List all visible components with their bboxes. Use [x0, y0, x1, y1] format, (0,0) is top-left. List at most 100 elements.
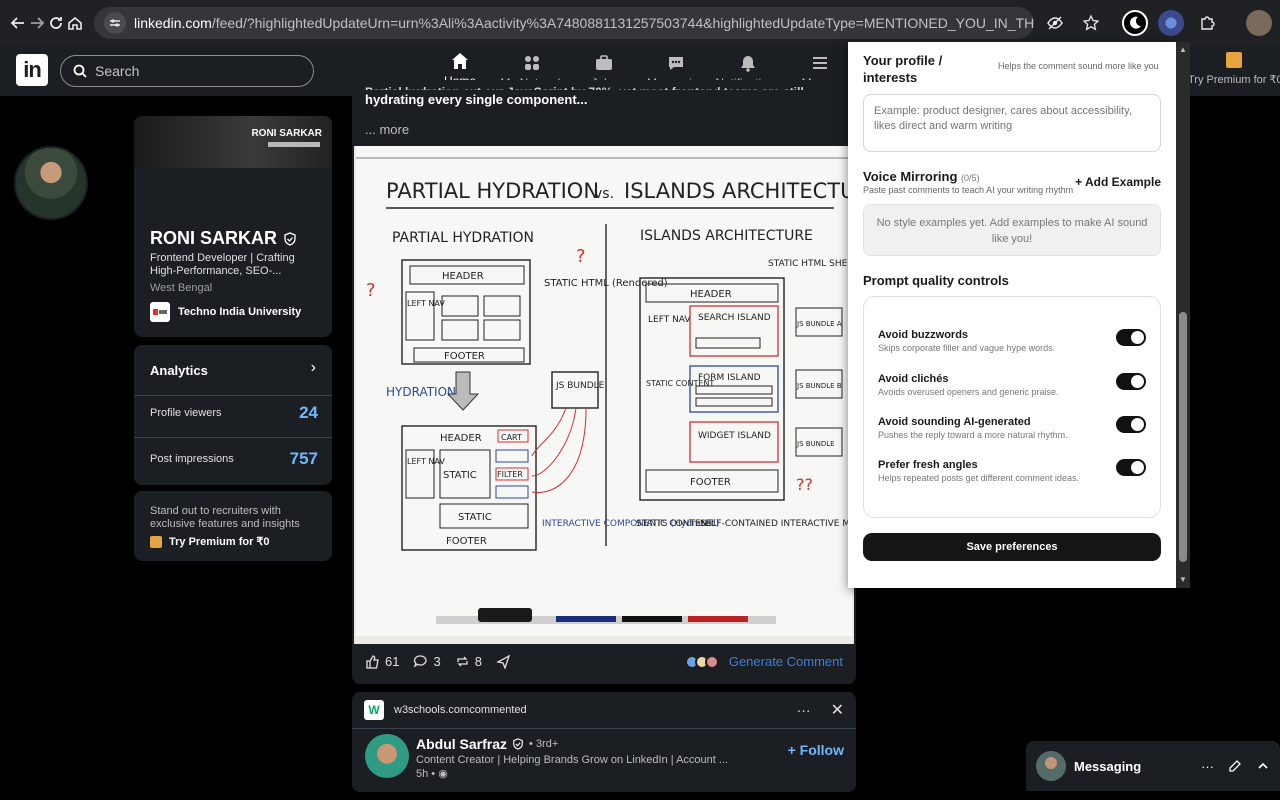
reload-button[interactable] — [46, 8, 65, 38]
post2-author[interactable]: Abdul Sarfraz • 3rd+ — [416, 736, 558, 752]
scroll-up-icon[interactable]: ▲ — [1179, 45, 1187, 54]
wb-footer-2: FOOTER — [446, 536, 487, 547]
more-options-icon[interactable]: ··· — [1201, 759, 1214, 774]
wb-header-3: HEADER — [690, 289, 732, 300]
wb-hydration: HYDRATION — [386, 385, 456, 399]
analytics-row-post-impressions[interactable]: Post impressions 757 — [150, 449, 318, 469]
wb-js-bundle-3: JS BUNDLE — [796, 440, 835, 448]
analytics-value: 24 — [299, 403, 318, 422]
profile-card[interactable]: RONI SARKAR RONI SARKAR Frontend Develop… — [134, 116, 332, 337]
network-icon — [525, 56, 539, 70]
post-text-clipped: Partial hydration cut our JavaScript by … — [365, 82, 845, 90]
panel-scrollbar[interactable]: ▲ ▼ — [1176, 42, 1190, 588]
post2-header: W w3schools.com commented ··· ✕ — [364, 700, 844, 720]
profile-name-text: RONI SARKAR — [150, 228, 278, 248]
avoid-ai-generated-toggle[interactable] — [1116, 416, 1146, 433]
prompt-quality-controls: Avoid buzzwords Skips corporate filler a… — [863, 296, 1161, 518]
svg-text:??: ?? — [796, 475, 813, 494]
like-count: 61 — [385, 654, 400, 669]
post2-author-name: Abdul Sarfraz — [416, 736, 508, 752]
back-button[interactable] — [8, 8, 27, 38]
profile-location: West Bengal — [150, 282, 213, 294]
address-bar[interactable]: linkedin.com/feed/?highlightedUpdateUrn=… — [94, 7, 1034, 39]
wb-static-html-shell: STATIC HTML SHELL — [768, 259, 852, 269]
like-button[interactable]: 61 — [365, 654, 399, 669]
avoid-cliches-toggle[interactable] — [1116, 373, 1146, 390]
messaging-avatar — [1036, 751, 1066, 781]
ai-avatars-icon — [684, 654, 719, 669]
send-button[interactable] — [496, 654, 511, 669]
profile-university[interactable]: Techno India University — [150, 302, 301, 322]
search-input[interactable]: Search — [60, 55, 314, 87]
chevron-up-icon[interactable] — [1256, 759, 1270, 773]
save-preferences-button[interactable]: Save preferences — [863, 533, 1161, 561]
prompt-quality-title: Prompt quality controls — [863, 273, 1009, 288]
premium-promo-link[interactable]: Try Premium for ₹0 — [150, 535, 270, 548]
star-icon[interactable] — [1078, 10, 1104, 36]
author-avatar[interactable] — [365, 734, 409, 778]
prefer-fresh-angles-toggle[interactable] — [1116, 459, 1146, 476]
voice-mirroring-subtitle: Paste past comments to teach AI your wri… — [863, 185, 1074, 195]
more-options-icon[interactable]: ··· — [797, 702, 811, 718]
w3schools-logo-icon[interactable]: W — [364, 700, 384, 720]
generate-comment-label: Generate Comment — [728, 654, 843, 669]
add-example-button[interactable]: + Add Example — [1075, 175, 1161, 189]
dark-mode-extension-icon[interactable] — [1122, 10, 1148, 36]
wb-js-bundle: JS BUNDLE — [555, 381, 605, 391]
wb-header-2: HEADER — [440, 433, 482, 444]
avoid-buzzwords-toggle[interactable] — [1116, 329, 1146, 346]
compose-icon[interactable] — [1228, 759, 1242, 773]
post2-source-suffix: commented — [469, 704, 527, 716]
scrollbar-thumb[interactable] — [1179, 312, 1187, 562]
comment-button[interactable]: 3 — [413, 654, 441, 669]
wb-title-vs: vs. — [594, 186, 614, 202]
forward-button[interactable] — [27, 8, 46, 38]
analytics-row-profile-viewers[interactable]: Profile viewers 24 — [150, 403, 318, 423]
wb-static-1: STATIC — [443, 470, 477, 481]
verified-shield-icon — [513, 738, 523, 750]
extension-globe-icon[interactable] — [1158, 10, 1184, 36]
cover-subtitle-bar — [268, 142, 320, 147]
wb-static-content-1: STATIC CONTENT — [646, 379, 714, 388]
home-icon — [452, 53, 468, 69]
wb-left-nav-1: LEFT NAV — [407, 299, 445, 308]
close-icon[interactable]: ✕ — [831, 700, 844, 720]
profile-avatar[interactable] — [14, 146, 88, 220]
analytics-card: Analytics › Profile viewers 24 Post impr… — [134, 345, 332, 485]
control-label: Avoid sounding AI-generated — [878, 416, 1031, 428]
university-name: Techno India University — [178, 306, 302, 318]
extensions-puzzle-icon[interactable] — [1194, 10, 1220, 36]
profile-interests-field[interactable] — [863, 94, 1161, 152]
messaging-bar[interactable]: Messaging ··· — [1026, 741, 1280, 791]
post-image[interactable]: PARTIAL HYDRATION vs. ISLANDS ARCHITECTU… — [354, 146, 854, 644]
generate-comment-button[interactable]: Generate Comment — [684, 654, 843, 669]
url-path: /feed/?highlightedUpdateUrn=urn%3Ali%3Aa… — [211, 15, 1034, 31]
svg-text:?: ? — [366, 280, 376, 301]
send-icon — [496, 654, 511, 669]
browser-profile-avatar[interactable] — [1246, 10, 1272, 36]
post2-subtitle: Content Creator | Helping Brands Grow on… — [416, 754, 729, 766]
eye-off-icon[interactable] — [1042, 10, 1068, 36]
profile-interests-title: Your profile / interests — [863, 53, 943, 85]
profile-cover: RONI SARKAR — [134, 116, 332, 168]
scroll-down-icon[interactable]: ▼ — [1179, 575, 1187, 584]
try-premium-link[interactable]: Try Premium for ₹0 — [1188, 52, 1280, 86]
linkedin-logo-icon[interactable]: in — [16, 54, 48, 86]
premium-promo-card: Stand out to recruiters with exclusive f… — [134, 491, 332, 561]
wb-bundle-b: JS BUNDLE B — [796, 382, 842, 390]
globe-icon: ◉ — [438, 768, 448, 780]
see-more-link[interactable]: ... more — [365, 122, 409, 137]
premium-label: Try Premium for ₹0 — [1188, 74, 1280, 86]
post2-source[interactable]: w3schools.com — [394, 704, 469, 716]
repost-button[interactable]: 8 — [455, 654, 482, 669]
bell-icon — [741, 56, 755, 72]
profile-name[interactable]: RONI SARKAR — [150, 228, 297, 249]
post2-time: 5h • ◉ — [416, 767, 448, 780]
extension-settings-panel: Your profile / interests Helps the comme… — [848, 42, 1176, 588]
wb-self-contained: SELF-CONTAINED INTERACTIVE MODULES — [700, 519, 852, 529]
site-settings-icon[interactable] — [104, 12, 126, 34]
chevron-right-icon[interactable]: › — [311, 359, 316, 377]
follow-button[interactable]: + Follow — [788, 742, 844, 758]
home-button[interactable] — [65, 8, 84, 38]
analytics-title[interactable]: Analytics — [150, 363, 208, 378]
